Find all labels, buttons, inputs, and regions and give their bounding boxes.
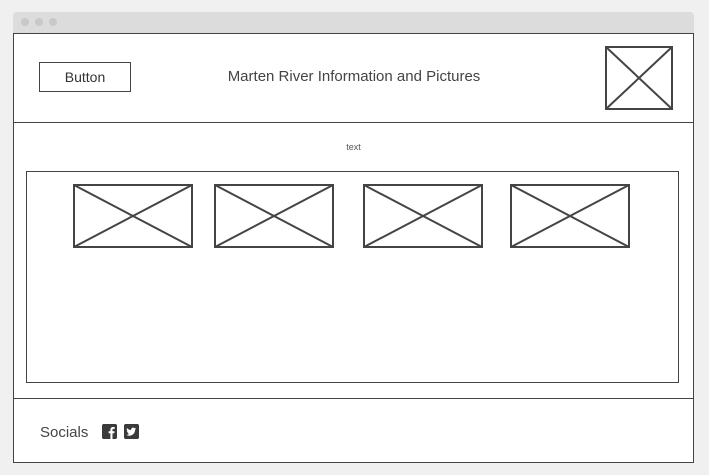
page-window: Button Marten River Information and Pict… (13, 33, 694, 463)
footer: Socials (14, 398, 693, 463)
header-button[interactable]: Button (39, 62, 131, 92)
header: Button Marten River Information and Pict… (14, 34, 693, 123)
twitter-icon[interactable] (124, 424, 139, 439)
gallery-image-placeholder-icon[interactable] (73, 184, 193, 248)
page-title: Marten River Information and Pictures (227, 68, 481, 85)
gallery-image-placeholder-icon[interactable] (363, 184, 483, 248)
window-titlebar (13, 12, 694, 34)
image-gallery (26, 171, 679, 383)
gallery-image-placeholder-icon[interactable] (214, 184, 334, 248)
window-dot-icon (21, 18, 29, 26)
socials-label: Socials (40, 424, 89, 441)
intro-text: text (346, 142, 361, 152)
facebook-icon[interactable] (102, 424, 117, 439)
gallery-image-placeholder-icon[interactable] (510, 184, 630, 248)
window-dot-icon (35, 18, 43, 26)
logo-image-placeholder-icon (605, 46, 673, 110)
window-dot-icon (49, 18, 57, 26)
